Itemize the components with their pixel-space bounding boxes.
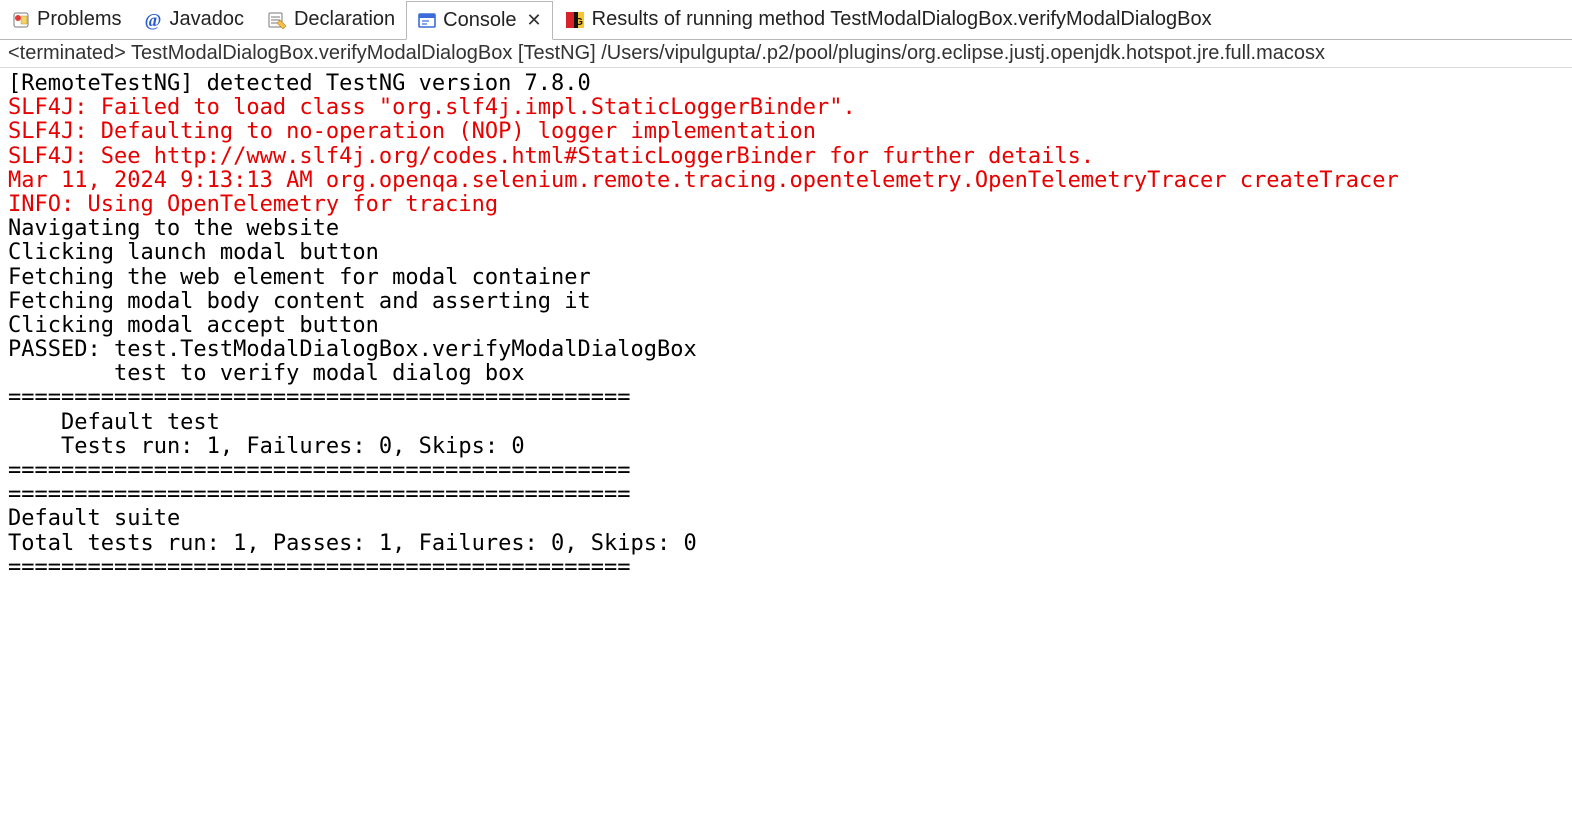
console-line: SLF4J: Failed to load class "org.slf4j.i… — [8, 96, 1564, 120]
console-line: Tests run: 1, Failures: 0, Skips: 0 — [8, 435, 1564, 459]
testng-icon: G — [564, 10, 586, 30]
svg-text:@: @ — [145, 10, 162, 30]
console-line: ========================================… — [8, 483, 1564, 507]
declaration-icon — [266, 10, 288, 30]
console-line: Clicking launch modal button — [8, 241, 1564, 265]
tab-console[interactable]: Console ✕ — [406, 1, 552, 40]
console-line: Default test — [8, 411, 1564, 435]
tab-label: Javadoc — [169, 8, 244, 31]
tab-testng-results[interactable]: G Results of running method TestModalDia… — [553, 0, 1223, 39]
console-line: Default suite — [8, 507, 1564, 531]
console-line: PASSED: test.TestModalDialogBox.verifyMo… — [8, 338, 1564, 362]
console-line: SLF4J: See http://www.slf4j.org/codes.ht… — [8, 145, 1564, 169]
console-icon — [417, 11, 437, 31]
console-line: Clicking modal accept button — [8, 314, 1564, 338]
console-line: Navigating to the website — [8, 217, 1564, 241]
console-output: [RemoteTestNG] detected TestNG version 7… — [0, 68, 1572, 584]
console-line: test to verify modal dialog box — [8, 362, 1564, 386]
javadoc-at-icon: @ — [143, 10, 163, 30]
console-line: INFO: Using OpenTelemetry for tracing — [8, 193, 1564, 217]
console-line: [RemoteTestNG] detected TestNG version 7… — [8, 72, 1564, 96]
tab-problems[interactable]: Problems — [0, 0, 132, 39]
tab-label: Declaration — [294, 8, 395, 31]
problems-icon — [11, 10, 31, 30]
console-line: ========================================… — [8, 556, 1564, 580]
console-line: Fetching the web element for modal conta… — [8, 266, 1564, 290]
close-icon[interactable]: ✕ — [527, 10, 542, 31]
console-line: ========================================… — [8, 386, 1564, 410]
console-launch-status: <terminated> TestModalDialogBox.verifyMo… — [0, 40, 1572, 68]
console-line: Mar 11, 2024 9:13:13 AM org.openqa.selen… — [8, 169, 1564, 193]
tab-label: Results of running method TestModalDialo… — [592, 8, 1212, 31]
tab-label: Problems — [37, 8, 121, 31]
tab-label: Console — [443, 9, 516, 32]
view-tab-bar: Problems @ Javadoc Declaration — [0, 0, 1572, 40]
tab-javadoc[interactable]: @ Javadoc — [132, 0, 255, 39]
console-line: SLF4J: Defaulting to no-operation (NOP) … — [8, 120, 1564, 144]
console-line: ========================================… — [8, 459, 1564, 483]
svg-text:G: G — [575, 17, 583, 28]
console-line: Fetching modal body content and assertin… — [8, 290, 1564, 314]
console-line: Total tests run: 1, Passes: 1, Failures:… — [8, 532, 1564, 556]
tab-declaration[interactable]: Declaration — [255, 0, 406, 39]
